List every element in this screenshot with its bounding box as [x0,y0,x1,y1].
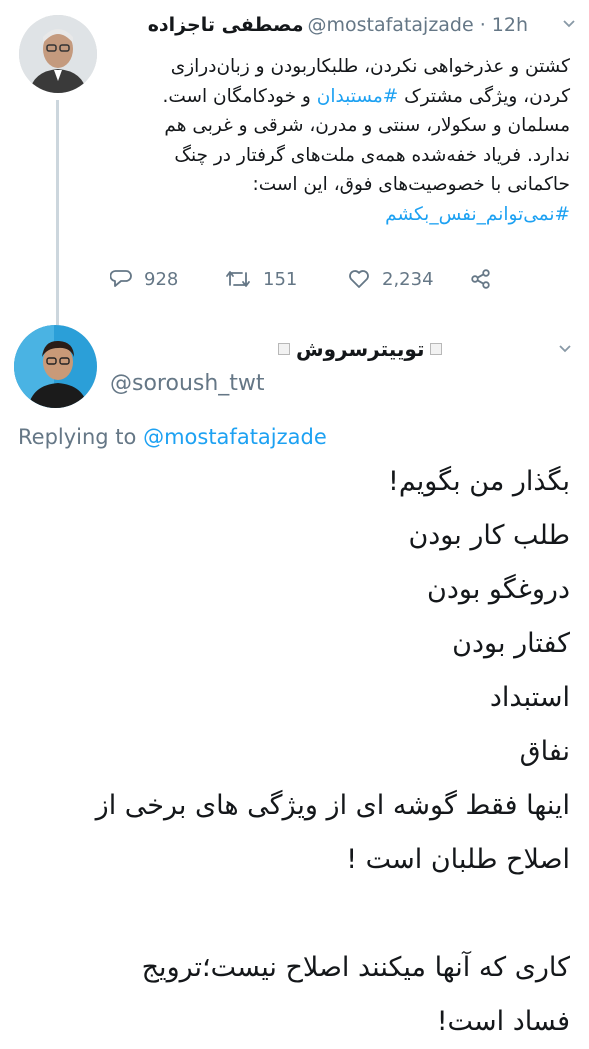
thread-line [56,100,59,328]
tweet-actions: 928 151 2,234 [108,262,508,296]
tweet-line [18,887,570,941]
tweet-line: کاری که آنها میکنند اصلاح نیست؛ترویج [141,952,570,983]
tweet-header: مصطفی تاجزاده @mostafatajzade · 12h [110,14,528,48]
tweet-line-part: کردن، ویژگی مشترک [398,85,570,107]
tweet-line: ندارد. فریاد خفه‌شده همه‌ی ملت‌های گرفتا… [174,144,570,166]
tweet-line: نفاق [519,736,570,767]
tweet-line: فساد است! [436,1006,570,1037]
emoji-placeholder-icon [278,343,290,355]
retweet-button[interactable]: 151 [225,262,297,296]
tweet-line-part: و خودکامگان است. [162,85,317,107]
tweet-line: بگذار من بگویم! [388,466,570,497]
reply-icon [110,270,132,287]
tweet-line: استبداد [489,682,570,713]
like-count: 2,234 [382,268,434,290]
author-name-row: توییترسروش [272,337,448,361]
retweet-count: 151 [263,268,298,290]
replying-to: Replying to @mostafatajzade [18,425,327,449]
tweet-line: اینها فقط گوشه ای از ویژگی های برخی از [95,790,570,821]
share-button[interactable] [470,262,504,296]
avatar[interactable] [19,15,97,93]
tweet-line: حاکمانی با خصوصیت‌های فوق، این است: [252,174,570,195]
retweet-icon [226,271,250,287]
tweet-line: اصلاح طلبان است ! [346,844,570,875]
author-handle[interactable]: @mostafatajzade [307,14,473,36]
tweet-line: مسلمان و سکولار، سنتی و مدرن، شرقی و غرب… [164,115,570,136]
tweet-text: کشتن و عذرخواهی نکردن، طلبکاربودن و زبان… [108,52,570,229]
tweet-line: کردن، ویژگی مشترک #مستبدان و خودکامگان ا… [108,82,570,112]
author-handle[interactable]: @soroush_twt [110,371,265,396]
chevron-down-icon[interactable] [559,345,571,353]
timestamp[interactable]: · 12h [480,14,528,36]
hashtag-link[interactable]: #نمی‌توانم_نفس_بکشم [108,200,570,230]
reply-count: 928 [144,268,179,290]
avatar[interactable] [14,325,97,408]
replying-handle-link[interactable]: @mostafatajzade [143,425,327,449]
reply-button[interactable]: 928 [110,262,178,296]
tweet-line: طلب کار بودن [408,520,570,551]
like-button[interactable]: 2,234 [348,262,434,296]
heart-icon [349,270,369,288]
share-icon [471,269,490,289]
author-name[interactable]: مصطفی تاجزاده [148,14,304,36]
tweet-line: کشتن و عذرخواهی نکردن، طلبکاربودن و زبان… [170,56,570,77]
tweet-line: دروغگو بودن [427,574,570,605]
replying-label: Replying to [18,425,144,449]
hashtag-link[interactable]: #مستبدان [317,86,399,107]
author-name[interactable]: توییترسروش [296,337,424,361]
emoji-placeholder-icon [430,343,443,355]
tweet-text: بگذار من بگویم! طلب کار بودن دروغگو بودن… [18,455,570,1049]
chevron-down-icon[interactable] [563,20,575,28]
tweet-line: کفتار بودن [452,628,570,659]
